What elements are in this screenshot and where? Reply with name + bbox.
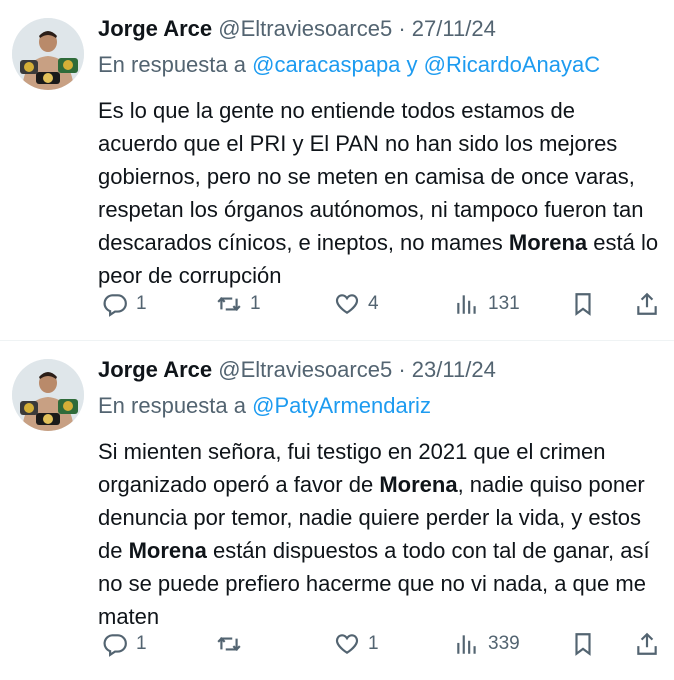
avatar-image	[12, 18, 84, 90]
author-handle[interactable]: @Eltraviesoarce5	[218, 357, 392, 382]
view-count: 131	[488, 293, 520, 314]
retweet-icon	[217, 297, 241, 311]
tweet-header: Jorge Arce @Eltraviesoarce5 · 23/11/24	[98, 355, 660, 385]
tweet-actions: 1 1 339	[98, 624, 660, 664]
bookmark-icon	[575, 633, 591, 656]
reply-prefix: En respuesta a	[98, 393, 246, 418]
author-handle[interactable]: @Eltraviesoarce5	[218, 16, 392, 41]
tweet-date[interactable]: 27/11/24	[412, 16, 496, 41]
tweet-text: Si mienten señora, fui testigo en 2021 q…	[98, 435, 660, 633]
author-name[interactable]: Jorge Arce	[98, 16, 212, 41]
tweet-content: Jorge Arce @Eltraviesoarce5 · 27/11/24 E…	[98, 14, 660, 292]
views-icon	[457, 295, 476, 314]
retweet-button[interactable]: 1	[216, 284, 261, 324]
views-button[interactable]: 131	[454, 284, 520, 324]
tweet[interactable]: Jorge Arce @Eltraviesoarce5 · 23/11/24 E…	[0, 341, 674, 680]
like-button[interactable]: 4	[334, 284, 379, 324]
views-button[interactable]: 339	[454, 624, 520, 664]
mention-link[interactable]: @RicardoAnayaC	[424, 52, 600, 77]
tweet-text: Es lo que la gente no entiende todos est…	[98, 94, 660, 292]
like-count: 4	[368, 293, 379, 314]
avatar-image	[12, 359, 84, 431]
reply-context: En respuesta a @PatyArmendariz	[98, 391, 660, 421]
tweet-content: Jorge Arce @Eltraviesoarce5 · 23/11/24 E…	[98, 355, 660, 633]
reply-button[interactable]: 1	[102, 624, 147, 664]
reply-context: En respuesta a @caracaspapa y @RicardoAn…	[98, 50, 660, 80]
avatar[interactable]	[12, 359, 84, 431]
share-icon	[637, 632, 657, 655]
share-icon	[637, 292, 657, 315]
reply-icon	[103, 294, 127, 317]
bookmark-icon	[575, 293, 591, 316]
tweet-header: Jorge Arce @Eltraviesoarce5 · 27/11/24	[98, 14, 660, 44]
reply-icon	[103, 634, 127, 657]
like-button[interactable]: 1	[334, 624, 379, 664]
like-count: 1	[368, 633, 379, 654]
tweet-date[interactable]: 23/11/24	[412, 357, 496, 382]
tweet-text-bold: Morena	[379, 472, 458, 497]
share-button[interactable]	[634, 624, 660, 664]
tweet-text-bold: Morena	[128, 538, 207, 563]
view-count: 339	[488, 633, 520, 654]
author-name[interactable]: Jorge Arce	[98, 357, 212, 382]
separator-dot: ·	[398, 16, 406, 41]
tweet-text-bold: Morena	[508, 230, 588, 255]
bookmark-button[interactable]	[570, 284, 596, 324]
retweet-icon	[217, 637, 241, 651]
reply-count: 1	[136, 293, 147, 314]
tweet[interactable]: Jorge Arce @Eltraviesoarce5 · 27/11/24 E…	[0, 0, 674, 340]
mention-link[interactable]: @caracaspapa	[252, 52, 400, 77]
retweet-count: 1	[250, 293, 261, 314]
tweet-actions: 1 1 4 131	[98, 284, 660, 324]
views-icon	[457, 635, 476, 654]
mention-link[interactable]: @PatyArmendariz	[252, 393, 431, 418]
heart-icon	[335, 634, 359, 654]
retweet-button[interactable]	[216, 624, 250, 664]
share-button[interactable]	[634, 284, 660, 324]
bookmark-button[interactable]	[570, 624, 596, 664]
separator-dot: ·	[398, 357, 406, 382]
reply-button[interactable]: 1	[102, 284, 147, 324]
reply-prefix: En respuesta a	[98, 52, 246, 77]
heart-icon	[335, 294, 359, 314]
avatar[interactable]	[12, 18, 84, 90]
mention-joiner: y	[406, 52, 418, 77]
tweet-feed: Jorge Arce @Eltraviesoarce5 · 27/11/24 E…	[0, 0, 674, 680]
reply-count: 1	[136, 633, 147, 654]
